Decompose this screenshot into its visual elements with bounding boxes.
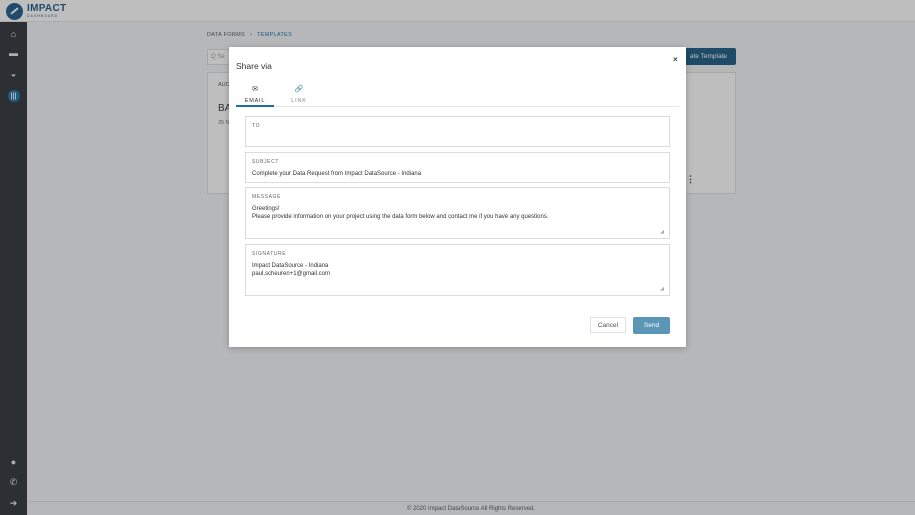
message-label: MESSAGE (252, 194, 281, 200)
signature-value[interactable]: Impact DataSource - Indiana paul.scheure… (252, 262, 662, 278)
to-field[interactable]: TO (245, 116, 670, 147)
resize-handle-icon[interactable]: ◢ (660, 229, 664, 235)
tab-email-label: EMAIL (244, 98, 266, 104)
share-modal: Share via × ✉ EMAIL 🔗 LINK TO SUBJECT Co… (229, 47, 686, 347)
subject-field[interactable]: SUBJECT Complete your Data Request from … (245, 152, 670, 183)
subject-value[interactable]: Complete your Data Request from Impact D… (252, 170, 662, 178)
share-tabs: ✉ EMAIL 🔗 LINK (236, 83, 679, 107)
link-icon: 🔗 (294, 86, 304, 93)
send-button[interactable]: Send (633, 317, 670, 334)
tab-link-label: LINK (291, 98, 307, 104)
message-field[interactable]: MESSAGE Greetings! Please provide inform… (245, 187, 670, 239)
signature-label: SIGNATURE (252, 251, 287, 257)
close-icon[interactable]: × (673, 55, 678, 64)
tab-email[interactable]: ✉ EMAIL (236, 83, 274, 107)
subject-label: SUBJECT (252, 159, 279, 165)
envelope-icon: ✉ (252, 86, 258, 93)
cancel-button[interactable]: Cancel (590, 317, 626, 333)
signature-field[interactable]: SIGNATURE Impact DataSource - Indiana pa… (245, 244, 670, 296)
tab-link[interactable]: 🔗 LINK (280, 83, 318, 107)
modal-title: Share via (236, 61, 272, 71)
to-label: TO (252, 123, 261, 129)
message-value[interactable]: Greetings! Please provide information on… (252, 205, 662, 221)
resize-handle-icon[interactable]: ◢ (660, 286, 664, 292)
